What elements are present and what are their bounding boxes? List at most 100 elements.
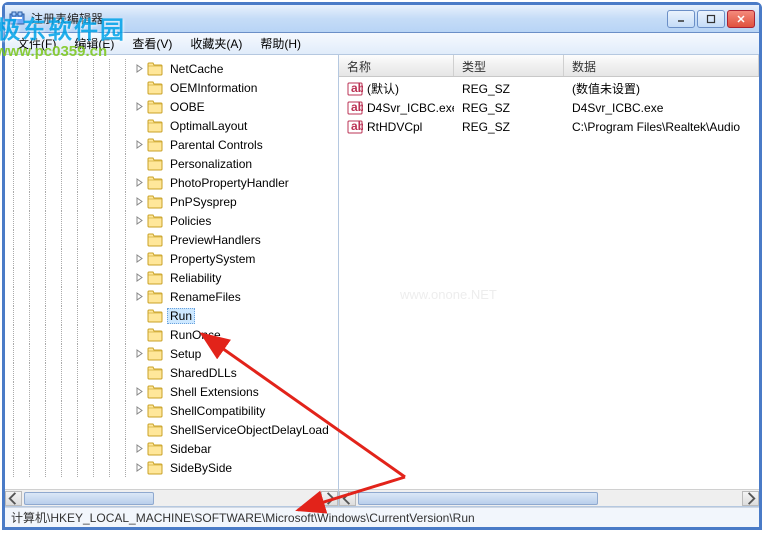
expand-icon[interactable] bbox=[133, 310, 145, 322]
tree-item-label: Shell Extensions bbox=[167, 384, 262, 400]
menu-favorites[interactable]: 收藏夹(A) bbox=[182, 33, 250, 54]
expand-icon[interactable] bbox=[133, 177, 145, 189]
tree-item[interactable]: Sidebar bbox=[5, 439, 338, 458]
expand-icon[interactable] bbox=[133, 120, 145, 132]
folder-icon bbox=[147, 214, 163, 228]
col-type[interactable]: 类型 bbox=[454, 55, 564, 76]
expand-icon[interactable] bbox=[133, 443, 145, 455]
menu-file[interactable]: 文件(F) bbox=[9, 33, 64, 54]
scroll-right-icon[interactable] bbox=[321, 491, 338, 506]
tree-item[interactable]: NetCache bbox=[5, 59, 338, 78]
folder-icon bbox=[147, 252, 163, 266]
expand-icon[interactable] bbox=[133, 82, 145, 94]
registry-tree[interactable]: NetCacheOEMInformationOOBE OptimalLayout P… bbox=[5, 55, 338, 488]
value-type: REG_SZ bbox=[454, 120, 564, 134]
tree-item[interactable]: PnPSysprep bbox=[5, 192, 338, 211]
tree-item[interactable]: PropertySystem bbox=[5, 249, 338, 268]
tree-item-label: RenameFiles bbox=[167, 289, 244, 305]
expand-icon[interactable] bbox=[133, 196, 145, 208]
expand-icon[interactable] bbox=[133, 291, 145, 303]
col-data[interactable]: 数据 bbox=[564, 55, 759, 76]
folder-icon bbox=[147, 233, 163, 247]
expand-icon[interactable] bbox=[133, 158, 145, 170]
tree-item-label: SideBySide bbox=[167, 460, 235, 476]
menu-edit[interactable]: 编辑(E) bbox=[66, 33, 122, 54]
tree-item[interactable]: Policies bbox=[5, 211, 338, 230]
folder-icon bbox=[147, 81, 163, 95]
tree-item[interactable]: PreviewHandlers bbox=[5, 230, 338, 249]
tree-item[interactable]: Run bbox=[5, 306, 338, 325]
scroll-left-icon[interactable] bbox=[339, 491, 356, 506]
svg-text:ab: ab bbox=[351, 100, 363, 114]
tree-item-label: Policies bbox=[167, 213, 214, 229]
app-icon bbox=[9, 11, 25, 27]
list-pane: 名称 类型 数据 ab(默认)REG_SZ(数值未设置)abD4Svr_ICBC… bbox=[339, 55, 759, 506]
tree-item[interactable]: ShellCompatibility bbox=[5, 401, 338, 420]
expand-icon[interactable] bbox=[133, 386, 145, 398]
expand-icon[interactable] bbox=[133, 215, 145, 227]
tree-item-label: Run bbox=[167, 308, 195, 324]
list-body[interactable]: ab(默认)REG_SZ(数值未设置)abD4Svr_ICBC.exeREG_S… bbox=[339, 77, 759, 138]
list-row[interactable]: abD4Svr_ICBC.exeREG_SZD4Svr_ICBC.exe bbox=[339, 98, 759, 117]
string-value-icon: ab bbox=[347, 81, 363, 97]
statusbar-path: 计算机\HKEY_LOCAL_MACHINE\SOFTWARE\Microsof… bbox=[11, 509, 475, 526]
menu-help[interactable]: 帮助(H) bbox=[252, 33, 309, 54]
folder-icon bbox=[147, 195, 163, 209]
expand-icon[interactable] bbox=[133, 63, 145, 75]
tree-item[interactable]: OOBE bbox=[5, 97, 338, 116]
tree-item[interactable]: Setup bbox=[5, 344, 338, 363]
expand-icon[interactable] bbox=[133, 101, 145, 113]
scroll-right-icon[interactable] bbox=[742, 491, 759, 506]
folder-icon bbox=[147, 157, 163, 171]
col-name[interactable]: 名称 bbox=[339, 55, 454, 76]
tree-item[interactable]: OEMInformation bbox=[5, 78, 338, 97]
expand-icon[interactable] bbox=[133, 348, 145, 360]
expand-icon[interactable] bbox=[133, 139, 145, 151]
tree-item[interactable]: Reliability bbox=[5, 268, 338, 287]
tree-item-label: Personalization bbox=[167, 156, 255, 172]
list-hscrollbar[interactable] bbox=[339, 489, 759, 506]
tree-item[interactable]: Personalization bbox=[5, 154, 338, 173]
svg-text:ab: ab bbox=[351, 81, 363, 95]
tree-item[interactable]: SharedDLLs bbox=[5, 363, 338, 382]
expand-icon[interactable] bbox=[133, 253, 145, 265]
value-name: RtHDVCpl bbox=[367, 120, 422, 134]
tree-item[interactable]: Shell Extensions bbox=[5, 382, 338, 401]
expand-icon[interactable] bbox=[133, 367, 145, 379]
value-name: D4Svr_ICBC.exe bbox=[367, 101, 454, 115]
folder-icon bbox=[147, 119, 163, 133]
expand-icon[interactable] bbox=[133, 462, 145, 474]
folder-icon bbox=[147, 176, 163, 190]
tree-item[interactable]: PhotoPropertyHandler bbox=[5, 173, 338, 192]
tree-item[interactable]: Parental Controls bbox=[5, 135, 338, 154]
tree-item-label: PhotoPropertyHandler bbox=[167, 175, 292, 191]
tree-item[interactable]: OptimalLayout bbox=[5, 116, 338, 135]
list-row[interactable]: ab(默认)REG_SZ(数值未设置) bbox=[339, 79, 759, 98]
scroll-left-icon[interactable] bbox=[5, 491, 22, 506]
tree-item[interactable]: RenameFiles bbox=[5, 287, 338, 306]
minimize-button[interactable] bbox=[667, 10, 695, 28]
expand-icon[interactable] bbox=[133, 234, 145, 246]
expand-icon[interactable] bbox=[133, 272, 145, 284]
folder-icon bbox=[147, 385, 163, 399]
tree-item-label: RunOnce bbox=[167, 327, 224, 343]
tree-item[interactable]: SideBySide bbox=[5, 458, 338, 477]
expand-icon[interactable] bbox=[133, 424, 145, 436]
list-row[interactable]: abRtHDVCplREG_SZC:\Program Files\Realtek… bbox=[339, 117, 759, 136]
expand-icon[interactable] bbox=[133, 329, 145, 341]
close-button[interactable] bbox=[727, 10, 755, 28]
maximize-button[interactable] bbox=[697, 10, 725, 28]
folder-icon bbox=[147, 62, 163, 76]
tree-hscrollbar[interactable] bbox=[5, 489, 338, 506]
tree-item-label: OptimalLayout bbox=[167, 118, 250, 134]
tree-item-label: Reliability bbox=[167, 270, 224, 286]
tree-item[interactable]: ShellServiceObjectDelayLoad bbox=[5, 420, 338, 439]
titlebar[interactable]: 注册表编辑器 bbox=[5, 5, 759, 33]
menu-view[interactable]: 查看(V) bbox=[124, 33, 180, 54]
folder-icon bbox=[147, 328, 163, 342]
expand-icon[interactable] bbox=[133, 405, 145, 417]
tree-item[interactable]: RunOnce bbox=[5, 325, 338, 344]
tree-item-label: Parental Controls bbox=[167, 137, 266, 153]
value-data: C:\Program Files\Realtek\Audio bbox=[564, 120, 759, 134]
folder-icon bbox=[147, 138, 163, 152]
